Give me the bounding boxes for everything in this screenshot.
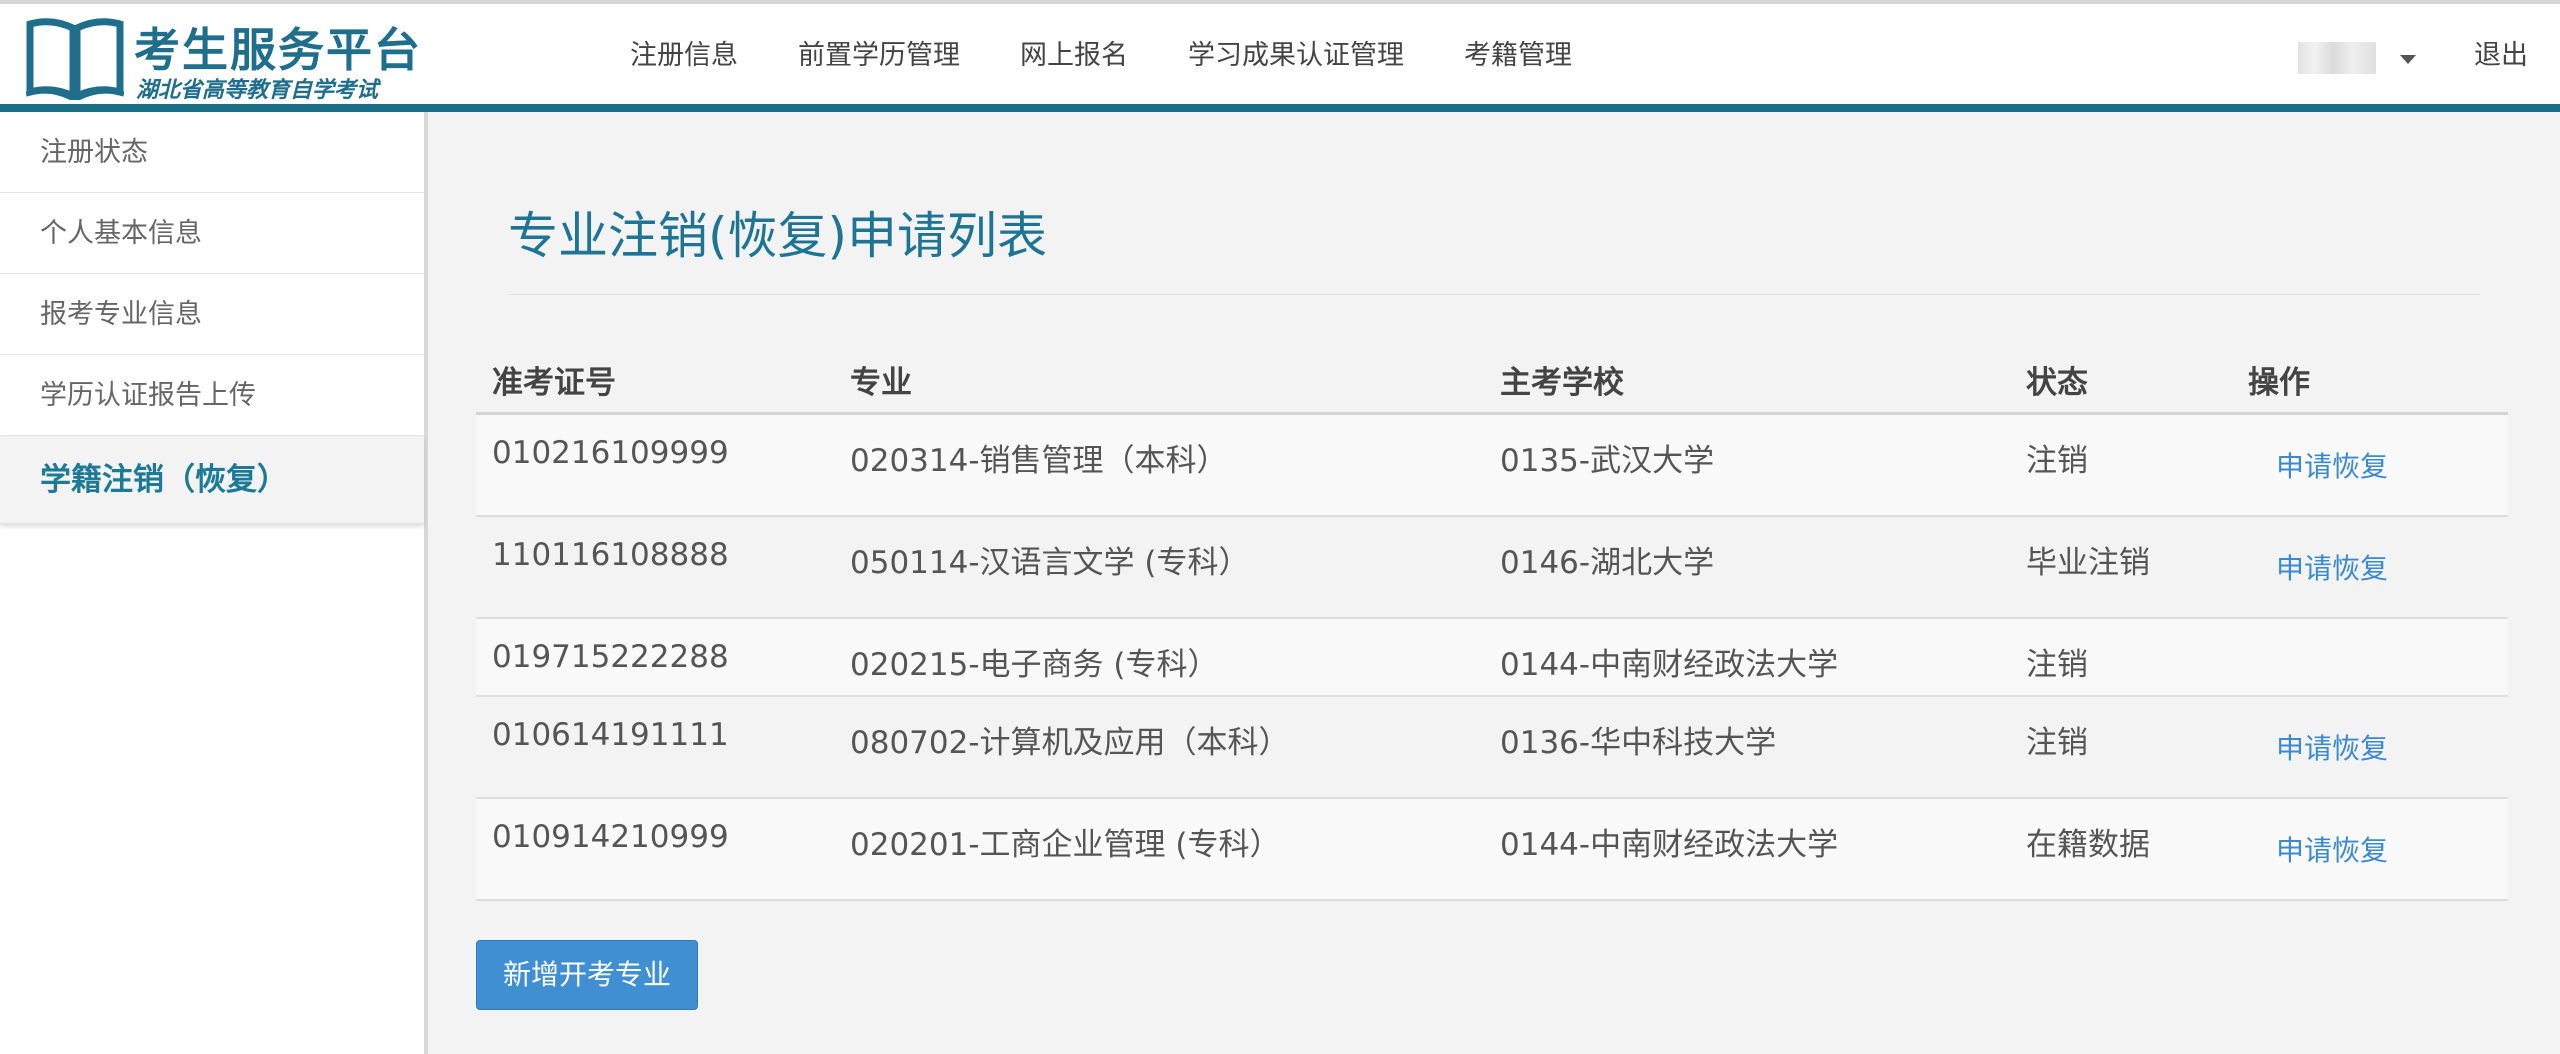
table-row: 010614191111 080702-计算机及应用（本科） 0136-华中科技… [476, 696, 2508, 799]
logo-title: 考生服务平台 [134, 23, 422, 77]
request-restore-link[interactable]: 申请恢复 [2276, 547, 2388, 587]
caret-down-icon [2400, 55, 2416, 64]
column-header-action: 操作 [2232, 346, 2508, 415]
cell-major: 020314-销售管理（本科） [834, 413, 1484, 517]
nav-item-registration[interactable]: 注册信息 [630, 34, 738, 78]
cell-action: 申请恢复 [2232, 798, 2508, 901]
page-title: 专业注销(恢复)申请列表 [508, 207, 1048, 265]
cell-major: 020201-工商企业管理 (专科） [834, 798, 1484, 901]
cell-exam-id: 019715222288 [476, 618, 834, 697]
cell-exam-id: 010914210999 [476, 798, 834, 901]
cell-exam-id: 010614191111 [476, 696, 834, 799]
sidebar-item-personal-info[interactable]: 个人基本信息 [0, 193, 424, 274]
cell-action: 申请恢复 [2232, 516, 2508, 619]
cell-action: 申请恢复 [2232, 413, 2508, 517]
sidebar: 注册状态 个人基本信息 报考专业信息 学历认证报告上传 学籍注销（恢复） [0, 112, 428, 1054]
table-header-row: 准考证号 专业 主考学校 状态 操作 [476, 346, 2508, 415]
column-header-status: 状态 [2010, 346, 2232, 415]
sidebar-item-report-upload[interactable]: 学历认证报告上传 [0, 355, 424, 436]
logo-subtitle: 湖北省高等教育自学考试 [136, 78, 379, 103]
table-row: 010914210999 020201-工商企业管理 (专科） 0144-中南财… [476, 798, 2508, 901]
column-header-exam-id: 准考证号 [476, 346, 834, 415]
site-logo[interactable]: 考生服务平台 湖北省高等教育自学考试 [26, 12, 420, 103]
cell-major: 020215-电子商务 (专科） [834, 618, 1484, 697]
cell-exam-id: 110116108888 [476, 516, 834, 619]
add-major-button[interactable]: 新增开考专业 [476, 940, 698, 1010]
cell-exam-id: 010216109999 [476, 413, 834, 517]
request-restore-link[interactable]: 申请恢复 [2276, 829, 2388, 869]
cell-status: 注销 [2010, 696, 2232, 799]
request-restore-link[interactable]: 申请恢复 [2276, 445, 2388, 485]
sidebar-item-registration-status[interactable]: 注册状态 [0, 112, 424, 193]
open-book-icon [26, 18, 124, 100]
nav-item-credit-certification[interactable]: 学习成果认证管理 [1188, 34, 1404, 78]
top-nav: 注册信息 前置学历管理 网上报名 学习成果认证管理 考籍管理 [630, 34, 1632, 78]
top-header: 考生服务平台 湖北省高等教育自学考试 注册信息 前置学历管理 网上报名 学习成果… [0, 4, 2560, 112]
column-header-major: 专业 [834, 346, 1484, 415]
logout-link[interactable]: 退出 [2474, 34, 2528, 78]
cell-status: 注销 [2010, 618, 2232, 697]
table-row: 019715222288 020215-电子商务 (专科） 0144-中南财经政… [476, 618, 2508, 697]
sidebar-item-major-info[interactable]: 报考专业信息 [0, 274, 424, 355]
cell-status: 毕业注销 [2010, 516, 2232, 619]
sidebar-item-status-cancel[interactable]: 学籍注销（恢复） [0, 436, 424, 524]
application-table: 准考证号 专业 主考学校 状态 操作 010216109999 020314-销… [476, 346, 2508, 901]
cell-status: 在籍数据 [2010, 798, 2232, 901]
cell-school: 0144-中南财经政法大学 [1484, 618, 2010, 697]
table-row: 010216109999 020314-销售管理（本科） 0135-武汉大学 注… [476, 413, 2508, 517]
table-row: 110116108888 050114-汉语言文学 (专科） 0146-湖北大学… [476, 516, 2508, 619]
cell-major: 050114-汉语言文学 (专科） [834, 516, 1484, 619]
nav-item-prior-education[interactable]: 前置学历管理 [798, 34, 960, 78]
user-name-redacted [2298, 42, 2376, 74]
nav-item-exam-record[interactable]: 考籍管理 [1464, 34, 1572, 78]
cell-school: 0136-华中科技大学 [1484, 696, 2010, 799]
cell-school: 0135-武汉大学 [1484, 413, 2010, 517]
cell-school: 0146-湖北大学 [1484, 516, 2010, 619]
cell-school: 0144-中南财经政法大学 [1484, 798, 2010, 901]
cell-major: 080702-计算机及应用（本科） [834, 696, 1484, 799]
cell-action [2232, 618, 2508, 697]
cell-action: 申请恢复 [2232, 696, 2508, 799]
nav-item-online-signup[interactable]: 网上报名 [1020, 34, 1128, 78]
request-restore-link[interactable]: 申请恢复 [2276, 727, 2388, 767]
title-divider [508, 294, 2480, 295]
user-menu[interactable] [2298, 42, 2416, 74]
cell-status: 注销 [2010, 413, 2232, 517]
column-header-school: 主考学校 [1484, 346, 2010, 415]
